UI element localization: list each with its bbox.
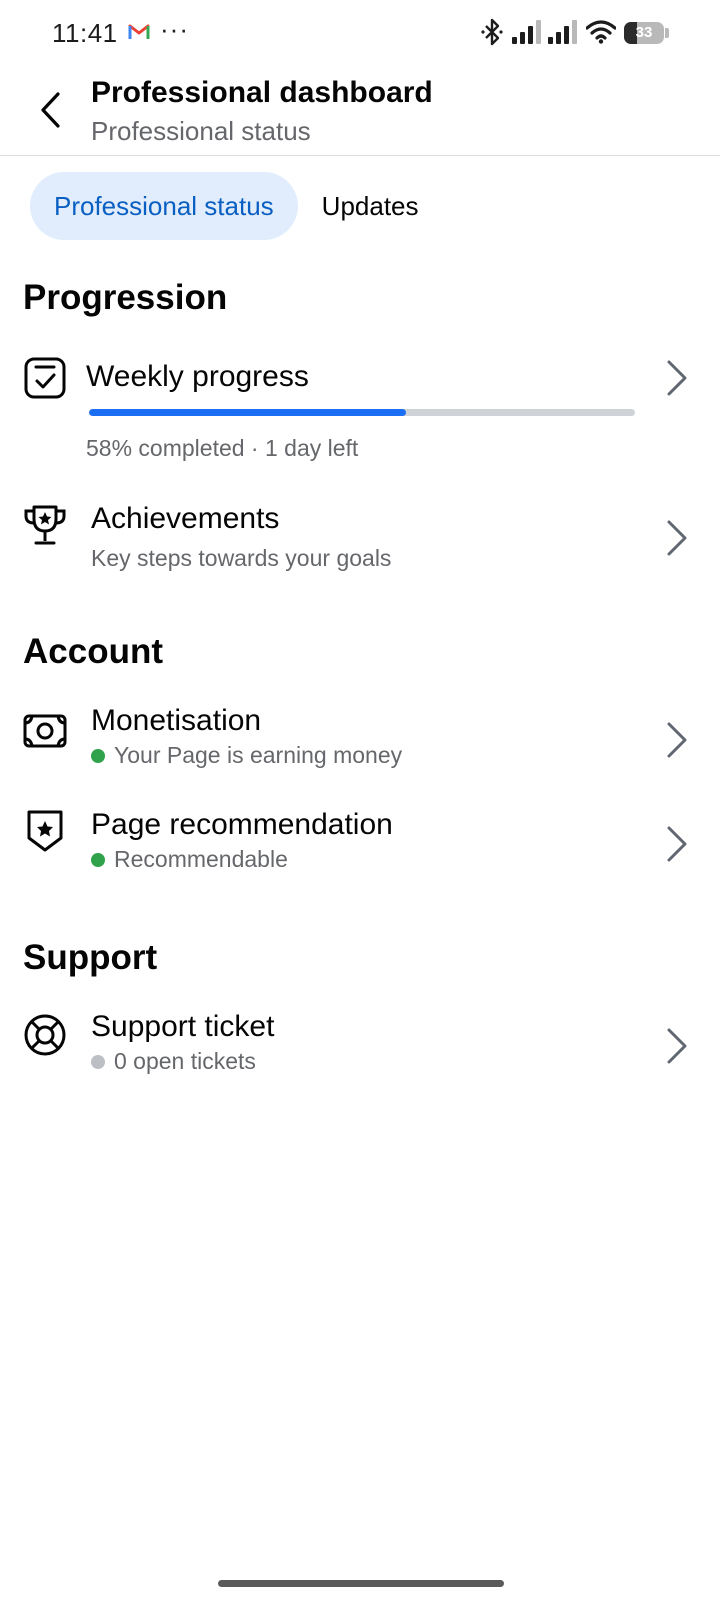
chevron-right-icon (667, 1028, 687, 1064)
chevron-right-icon (667, 826, 687, 862)
section-title-support: Support (23, 938, 158, 977)
home-indicator[interactable] (218, 1580, 504, 1587)
support-ticket-status: 0 open tickets (91, 1048, 256, 1075)
weekly-progress-fill (89, 409, 406, 416)
screen: 11:41 ··· 33 Professional dashboard Prof… (0, 0, 720, 1600)
support-ticket-row[interactable]: Support ticket 0 open tickets (0, 1008, 720, 1088)
tab-bar: Professional status Updates (30, 172, 443, 240)
app-header: Professional dashboard Professional stat… (0, 64, 720, 156)
chevron-left-icon (41, 92, 60, 128)
chevron-right-icon (667, 722, 687, 758)
weekly-progress-bar (89, 409, 635, 416)
weekly-progress-row[interactable]: Weekly progress 58% completed · 1 day le… (0, 350, 720, 470)
section-title-progression: Progression (23, 278, 228, 317)
battery-nub (665, 28, 669, 38)
money-icon (23, 714, 67, 748)
monetisation-status-text: Your Page is earning money (114, 742, 403, 768)
gmail-icon (128, 24, 150, 39)
bluetooth-icon (481, 18, 503, 46)
status-bar: 11:41 ··· 33 (0, 0, 720, 64)
monetisation-row[interactable]: Monetisation Your Page is earning money (0, 702, 720, 782)
back-button[interactable] (28, 86, 72, 134)
signal-icon (548, 20, 577, 44)
signal-icon (512, 20, 541, 44)
tab-professional-status[interactable]: Professional status (30, 172, 298, 240)
support-ticket-title: Support ticket (91, 1010, 275, 1043)
page-recommendation-row[interactable]: Page recommendation Recommendable (0, 806, 720, 886)
more-notifications-icon: ··· (160, 14, 189, 44)
battery-icon: 33 (624, 22, 664, 44)
monetisation-title: Monetisation (91, 704, 262, 737)
tab-updates[interactable]: Updates (298, 172, 443, 240)
battery-level: 33 (635, 24, 653, 41)
page-subtitle: Professional status (91, 116, 311, 146)
achievements-row[interactable]: Achievements Key steps towards your goal… (0, 500, 720, 580)
page-recommendation-status-text: Recommendable (114, 846, 288, 872)
status-dot-grey (91, 1054, 105, 1069)
status-dot-green (91, 852, 105, 867)
page-recommendation-title: Page recommendation (91, 808, 393, 841)
chevron-right-icon (667, 520, 687, 556)
weekly-progress-title: Weekly progress (86, 360, 309, 393)
trophy-icon (24, 505, 66, 545)
chevron-right-icon (667, 360, 687, 396)
achievements-title: Achievements (91, 502, 280, 535)
achievements-subtitle: Key steps towards your goals (91, 545, 392, 571)
status-dot-green (91, 748, 105, 763)
section-title-account: Account (23, 632, 163, 671)
monetisation-status: Your Page is earning money (91, 742, 402, 769)
page-recommendation-status: Recommendable (91, 846, 288, 873)
status-time: 11:41 (52, 18, 118, 48)
wifi-icon (586, 20, 616, 44)
weekly-progress-status: 58% completed · 1 day left (86, 435, 359, 461)
weekly-checklist-icon (24, 357, 66, 399)
support-ticket-status-text: 0 open tickets (114, 1048, 256, 1074)
shield-star-icon (27, 810, 63, 852)
page-title: Professional dashboard (91, 76, 433, 109)
lifebuoy-icon (24, 1014, 66, 1056)
